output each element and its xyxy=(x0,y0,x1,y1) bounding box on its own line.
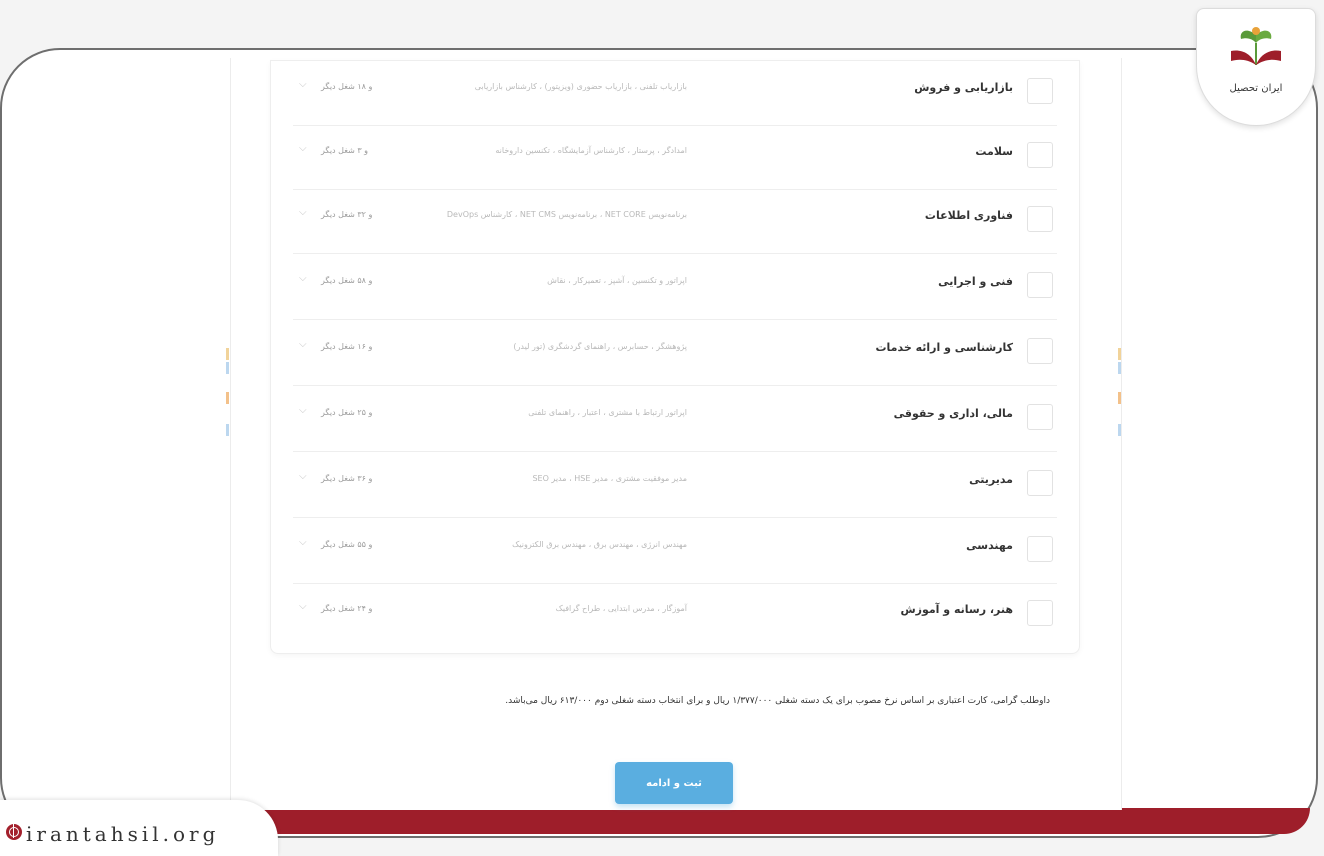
side-accent xyxy=(1118,362,1121,374)
submit-continue-button[interactable]: ثبت و ادامه xyxy=(615,762,733,804)
chevron-down-icon[interactable]: ⌵ xyxy=(299,339,307,350)
category-more-count: و ۱۶ شغل دیگر xyxy=(321,342,373,351)
price-notice: داوطلب گرامی، کارت اعتباری بر اساس نرخ م… xyxy=(505,696,1050,706)
category-label: بازاریابی و فروش xyxy=(914,81,1013,94)
chevron-down-icon[interactable]: ⌵ xyxy=(299,537,307,548)
category-row[interactable]: بازاریابی و فروش بازاریاب تلفنی ، بازاری… xyxy=(293,61,1057,126)
category-row[interactable]: مدیریتی مدیر موفقیت مشتری ، مدیر HSE ، م… xyxy=(293,453,1057,518)
category-examples: مدیر موفقیت مشتری ، مدیر HSE ، مدیر SEO xyxy=(532,474,687,483)
category-row[interactable]: مالی، اداری و حقوقی اپراتور ارتباط با مش… xyxy=(293,387,1057,452)
brand-logo-badge: ایران تحصیل xyxy=(1196,8,1316,126)
category-more-count: و ۵۸ شغل دیگر xyxy=(321,276,373,285)
category-checkbox[interactable] xyxy=(1027,600,1053,626)
chevron-down-icon[interactable]: ⌵ xyxy=(299,601,307,612)
category-more-count: و ۳۶ شغل دیگر xyxy=(321,474,373,483)
brand-name: ایران تحصیل xyxy=(1229,83,1283,94)
brand-band xyxy=(150,808,1310,834)
category-row[interactable]: کارشناسی و ارائه خدمات پژوهشگر ، حسابرس … xyxy=(293,321,1057,386)
side-accent xyxy=(1118,348,1121,360)
chevron-down-icon[interactable]: ⌵ xyxy=(299,207,307,218)
category-more-count: و ۲۴ شغل دیگر xyxy=(321,604,373,613)
category-checkbox[interactable] xyxy=(1027,470,1053,496)
category-checkbox[interactable] xyxy=(1027,142,1053,168)
chevron-down-icon[interactable]: ⌵ xyxy=(299,405,307,416)
category-label: مدیریتی xyxy=(969,473,1013,486)
side-accent xyxy=(226,362,229,374)
category-row[interactable]: فناوری اطلاعات برنامه‌نویس NET CORE ، بر… xyxy=(293,189,1057,254)
book-sprout-logo-icon xyxy=(1231,27,1281,65)
chevron-down-icon[interactable]: ⌵ xyxy=(299,143,307,154)
category-row[interactable]: فنی و اجرایی اپراتور و تکنسین ، آشپز ، ت… xyxy=(293,255,1057,320)
category-examples: پژوهشگر ، حسابرس ، راهنمای گردشگری (تور … xyxy=(513,342,687,351)
category-label: مالی، اداری و حقوقی xyxy=(893,407,1013,420)
category-more-count: و ۳ شغل دیگر xyxy=(321,146,369,155)
side-accent xyxy=(226,348,229,360)
category-checkbox[interactable] xyxy=(1027,338,1053,364)
category-examples: بازاریاب تلفنی ، بازاریاب حضوری (ویزیتور… xyxy=(474,82,687,91)
category-checkbox[interactable] xyxy=(1027,78,1053,104)
category-checkbox[interactable] xyxy=(1027,272,1053,298)
category-examples: امدادگر ، پرستار ، کارشناس آزمایشگاه ، ت… xyxy=(495,146,687,155)
category-examples: اپراتور و تکنسین ، آشپز ، تعمیرکار ، نقا… xyxy=(547,276,687,285)
side-accent xyxy=(226,424,229,436)
category-row[interactable]: مهندسی مهندس انرژی ، مهندس برق ، مهندس ب… xyxy=(293,519,1057,584)
category-more-count: و ۵۵ شغل دیگر xyxy=(321,540,373,549)
website-badge: irantahsil.org xyxy=(0,800,278,856)
chevron-down-icon[interactable]: ⌵ xyxy=(299,273,307,284)
category-more-count: و ۳۲ شغل دیگر xyxy=(321,210,373,219)
website-url[interactable]: irantahsil.org xyxy=(26,822,219,846)
chevron-down-icon[interactable]: ⌵ xyxy=(299,79,307,90)
globe-icon xyxy=(6,824,22,840)
side-accent xyxy=(1118,424,1121,436)
category-checkbox[interactable] xyxy=(1027,206,1053,232)
chevron-down-icon[interactable]: ⌵ xyxy=(299,471,307,482)
job-category-list: بازاریابی و فروش بازاریاب تلفنی ، بازاری… xyxy=(270,60,1080,654)
category-examples: مهندس انرژی ، مهندس برق ، مهندس برق الکت… xyxy=(512,540,687,549)
category-examples: برنامه‌نویس NET CORE ، برنامه‌نویس NET C… xyxy=(446,210,687,219)
category-label: فنی و اجرایی xyxy=(938,275,1013,288)
category-checkbox[interactable] xyxy=(1027,536,1053,562)
category-label: سلامت xyxy=(975,145,1013,158)
category-more-count: و ۱۸ شغل دیگر xyxy=(321,82,373,91)
category-label: هنر، رسانه و آموزش xyxy=(900,603,1013,616)
category-label: فناوری اطلاعات xyxy=(924,209,1013,222)
category-row[interactable]: سلامت امدادگر ، پرستار ، کارشناس آزمایشگ… xyxy=(293,125,1057,190)
category-checkbox[interactable] xyxy=(1027,404,1053,430)
category-row[interactable]: هنر، رسانه و آموزش آموزگار ، مدرس ابتدای… xyxy=(293,583,1057,647)
category-label: کارشناسی و ارائه خدمات xyxy=(875,341,1013,354)
category-label: مهندسی xyxy=(966,539,1013,552)
side-accent xyxy=(1118,392,1121,404)
category-more-count: و ۲۵ شغل دیگر xyxy=(321,408,373,417)
side-accent xyxy=(226,392,229,404)
category-examples: آموزگار ، مدرس ابتدایی ، طراح گرافیک xyxy=(555,604,687,613)
category-examples: اپراتور ارتباط با مشتری ، اعتبار ، راهنم… xyxy=(528,408,687,417)
